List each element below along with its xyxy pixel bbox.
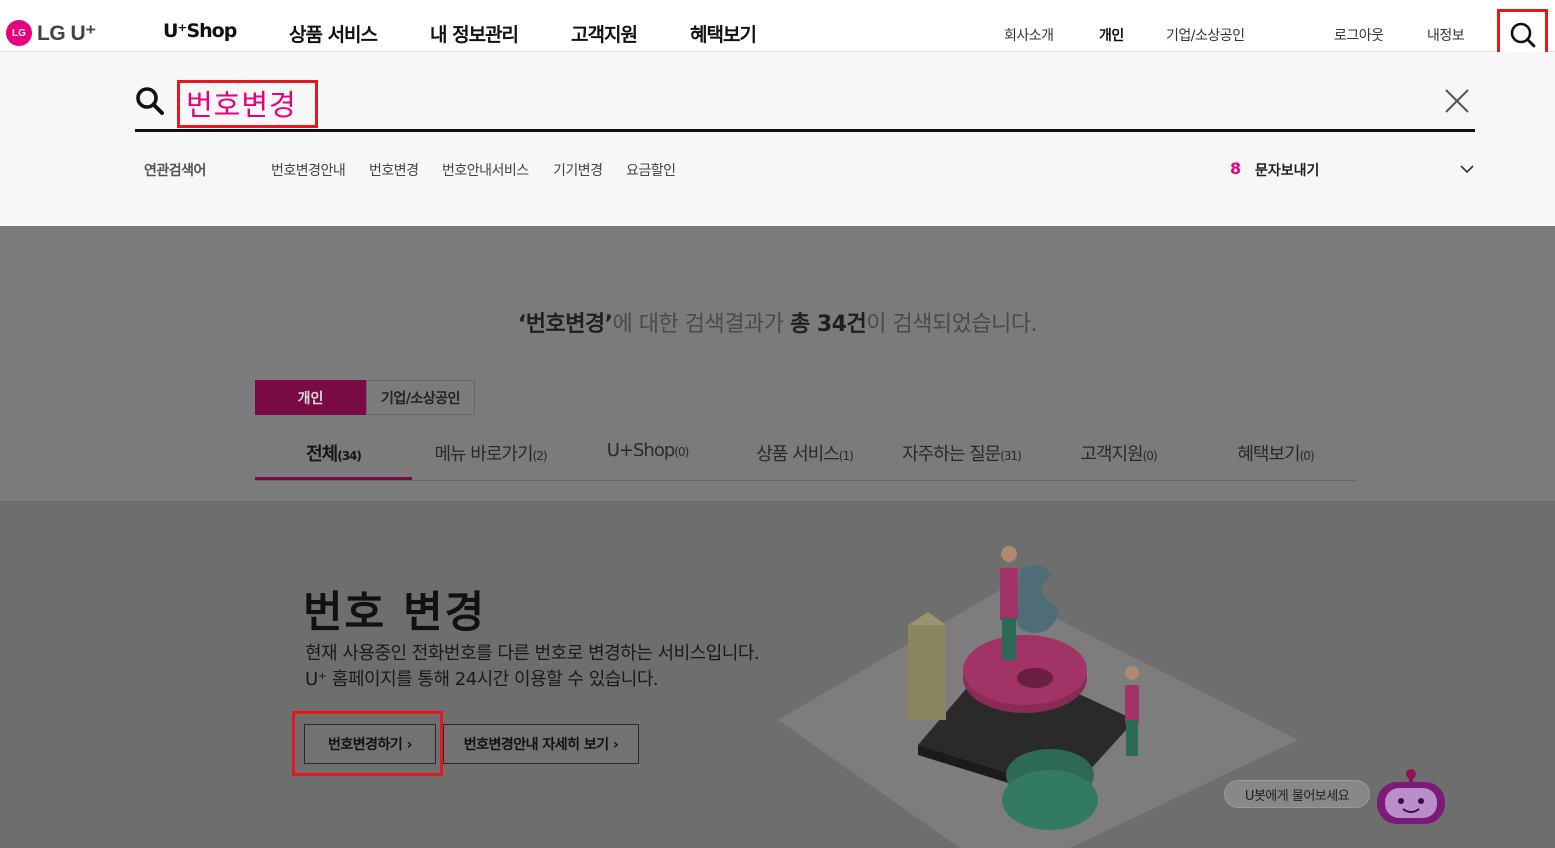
related-keywords-label: 연관검색어 bbox=[144, 163, 206, 179]
tab-count: (1) bbox=[838, 449, 854, 463]
util-company-intro[interactable]: 회사소개 bbox=[1004, 25, 1054, 45]
nav-my-info[interactable]: 내 정보관리 bbox=[430, 20, 519, 47]
related-keyword[interactable]: 번호안내서비스 bbox=[442, 160, 529, 180]
popular-rank-number: 8 bbox=[1230, 159, 1242, 178]
chatbot-bubble[interactable]: U봇에게 물어보세요 bbox=[1224, 780, 1370, 808]
tab-label: 전체 bbox=[306, 444, 338, 465]
card-desc-line: U⁺ 홈페이지를 통해 24시간 이용할 수 있습니다. bbox=[305, 669, 659, 690]
search-underline bbox=[135, 129, 1475, 132]
lg-logo-icon: LG bbox=[6, 20, 32, 46]
card-desc-line: 현재 사용중인 전화번호를 다른 번호로 변경하는 서비스입니다. bbox=[305, 643, 760, 664]
util-my-info[interactable]: 내정보 bbox=[1427, 25, 1465, 45]
change-number-button[interactable]: 번호변경하기 › bbox=[304, 724, 436, 764]
search-icon bbox=[136, 87, 164, 115]
related-keyword[interactable]: 번호변경 bbox=[369, 160, 419, 180]
util-logout[interactable]: 로그아웃 bbox=[1334, 25, 1384, 45]
tab-count: (0) bbox=[1299, 449, 1315, 463]
tab-menu-shortcut[interactable]: 메뉴 바로가기(2) bbox=[412, 440, 569, 481]
tab-count: (2) bbox=[532, 449, 548, 463]
active-tab-indicator bbox=[255, 477, 412, 480]
tab-support[interactable]: 고객지원(0) bbox=[1040, 440, 1197, 481]
result-query: ‘번호변경’ bbox=[517, 312, 613, 337]
tab-all[interactable]: 전체(34) bbox=[255, 440, 412, 481]
result-tabs: 전체(34) 메뉴 바로가기(2) U+Shop(0) 상품 서비스(1) 자주… bbox=[255, 440, 1355, 481]
result-text-suffix: 이 검색되었습니다. bbox=[866, 312, 1038, 337]
nav-products-services[interactable]: 상품 서비스 bbox=[289, 20, 378, 47]
number-change-illustration bbox=[778, 546, 1298, 848]
related-keyword[interactable]: 기기변경 bbox=[553, 160, 603, 180]
chevron-down-icon[interactable] bbox=[1460, 162, 1474, 176]
tab-label: 자주하는 질문 bbox=[902, 444, 1001, 465]
tab-benefits[interactable]: 혜택보기(0) bbox=[1197, 440, 1354, 481]
result-summary: ‘번호변경’에 대한 검색결과가 총 34건이 검색되었습니다. bbox=[0, 306, 1555, 338]
search-icon bbox=[1510, 22, 1535, 48]
related-keyword[interactable]: 요금할인 bbox=[626, 160, 676, 180]
tab-count: (31) bbox=[1000, 449, 1022, 463]
tab-label: 메뉴 바로가기 bbox=[434, 444, 533, 465]
tab-label: 고객지원 bbox=[1080, 444, 1143, 465]
chatbot-robot-icon[interactable] bbox=[1373, 768, 1449, 830]
segment-personal[interactable]: 개인 bbox=[255, 380, 366, 415]
search-input[interactable]: 번호변경 bbox=[186, 82, 297, 124]
lg-uplus-logo[interactable]: LG LG U⁺ bbox=[6, 20, 96, 46]
nav-ushop[interactable]: U⁺Shop bbox=[163, 20, 237, 42]
util-personal[interactable]: 개인 bbox=[1099, 25, 1124, 45]
result-total: 총 34건 bbox=[789, 312, 867, 337]
tab-count: (0) bbox=[674, 445, 689, 459]
popular-keyword[interactable]: 문자보내기 bbox=[1255, 160, 1319, 180]
tab-label: 상품 서비스 bbox=[756, 444, 840, 465]
related-keyword[interactable]: 번호변경안내 bbox=[271, 160, 346, 180]
tab-ushop[interactable]: U+Shop(0) bbox=[569, 440, 726, 481]
tab-count: (0) bbox=[1142, 449, 1158, 463]
nav-benefits[interactable]: 혜택보기 bbox=[690, 20, 757, 47]
card-description: 현재 사용중인 전화번호를 다른 번호로 변경하는 서비스입니다. U⁺ 홈페이… bbox=[305, 641, 760, 693]
tab-count: (34) bbox=[337, 449, 362, 463]
search-panel bbox=[0, 52, 1555, 226]
top-header: LG LG U⁺ U⁺Shop 상품 서비스 내 정보관리 고객지원 혜택보기 … bbox=[0, 0, 1555, 52]
tab-faq[interactable]: 자주하는 질문(31) bbox=[883, 440, 1040, 481]
segment-business[interactable]: 기업/소상공인 bbox=[366, 380, 475, 415]
nav-customer-support[interactable]: 고객지원 bbox=[571, 20, 638, 47]
close-icon[interactable] bbox=[1443, 87, 1471, 115]
util-business[interactable]: 기업/소상공인 bbox=[1166, 25, 1245, 45]
result-text: 에 대한 검색결과가 bbox=[612, 312, 790, 337]
tab-products[interactable]: 상품 서비스(1) bbox=[726, 440, 883, 481]
tab-label: 혜택보기 bbox=[1237, 444, 1300, 465]
card-title: 번호 변경 bbox=[303, 588, 487, 638]
logo-text: LG U⁺ bbox=[37, 21, 96, 45]
number-change-guide-button[interactable]: 번호변경안내 자세히 보기 › bbox=[443, 724, 639, 764]
tab-label: U+Shop bbox=[606, 440, 676, 461]
